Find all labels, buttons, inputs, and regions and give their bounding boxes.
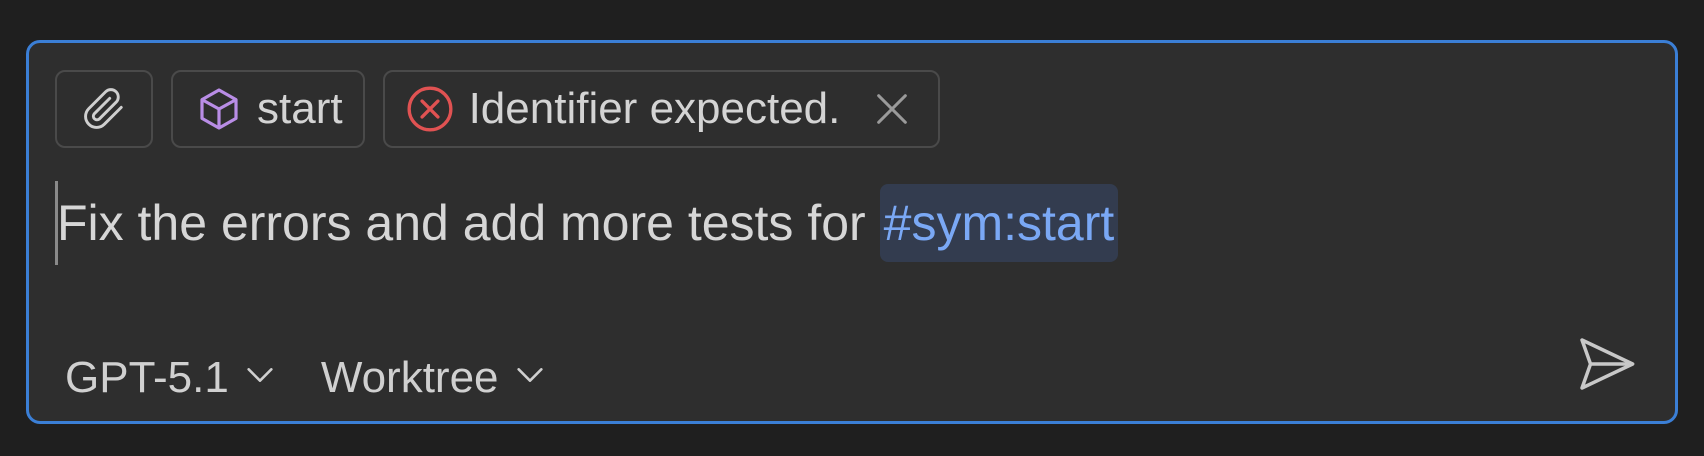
symbol-mention: #sym:start — [879, 184, 1119, 262]
prompt-text: Fix the errors and add more tests for — [57, 195, 866, 251]
model-picker[interactable]: GPT-5.1 — [65, 353, 277, 403]
close-icon — [872, 89, 912, 129]
model-picker-label: GPT-5.1 — [65, 353, 229, 402]
input-footer: GPT-5.1 Worktree — [65, 353, 547, 403]
mode-picker-label: Worktree — [320, 353, 499, 402]
mode-picker[interactable]: Worktree — [321, 353, 547, 403]
paperclip-icon — [82, 87, 126, 131]
prompt-editor[interactable]: Fix the errors and add more tests for #s… — [55, 181, 1119, 265]
error-circle-icon — [405, 84, 455, 134]
error-context-chip[interactable]: Identifier expected. — [382, 70, 941, 148]
chat-input-box[interactable]: start Identifier expected. Fix the error… — [26, 40, 1678, 424]
send-icon — [1574, 332, 1638, 401]
chevron-down-icon — [243, 353, 277, 403]
attach-button[interactable] — [55, 70, 153, 148]
send-button[interactable] — [1571, 331, 1641, 401]
context-chips: start Identifier expected. — [55, 70, 941, 148]
chevron-down-icon — [513, 353, 547, 403]
symbol-chip-label: start — [257, 84, 343, 133]
error-chip-label: Identifier expected. — [468, 84, 841, 133]
remove-chip-button[interactable] — [872, 89, 912, 129]
cube-icon — [195, 85, 243, 133]
symbol-context-chip[interactable]: start — [171, 70, 365, 148]
